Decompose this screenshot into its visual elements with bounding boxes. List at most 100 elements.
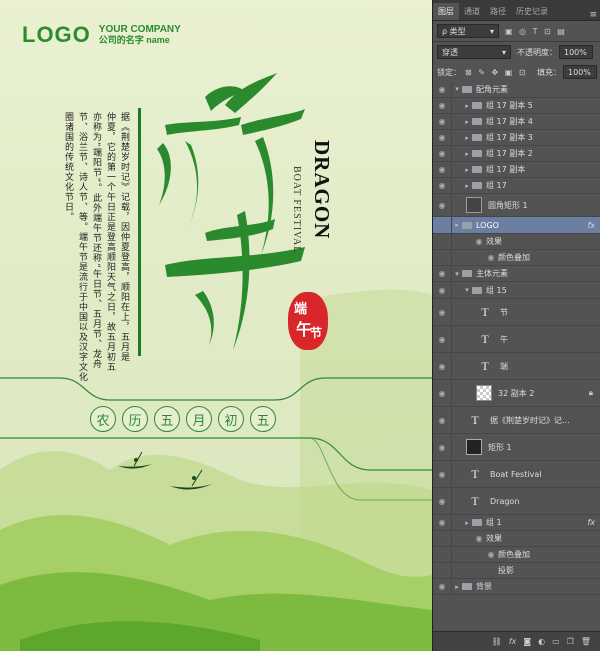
tab-channels[interactable]: 通道 [459, 3, 485, 20]
visibility-eye-icon[interactable]: ◉ [435, 85, 449, 94]
expand-arrow-icon[interactable]: ▸ [462, 519, 472, 527]
fill-input[interactable]: 100% [563, 65, 597, 79]
layer-item[interactable]: ◉ ▸ 组 17 [433, 178, 600, 194]
layer-item[interactable]: ◉ T 午 [433, 326, 600, 353]
effect-eye-icon[interactable]: ◉ [484, 550, 498, 559]
layer-name: 组 17 副本 [486, 165, 526, 174]
layer-item[interactable]: ◉ T 端 [433, 353, 600, 380]
layer-effect-item[interactable]: ◉ 颜色叠加 [433, 547, 600, 563]
tab-layers[interactable]: 图层 [433, 3, 459, 20]
layer-item[interactable]: ◉ T Dragon [433, 488, 600, 515]
layer-item[interactable]: ◉ 矩形 1 [433, 434, 600, 461]
layer-item[interactable]: ◉ ▸ 组 17 副本 4 [433, 114, 600, 130]
layer-effect-item[interactable]: 投影 [433, 563, 600, 579]
layer-item[interactable]: ◉ ▸ 组 17 副本 5 [433, 98, 600, 114]
expand-arrow-icon[interactable]: ▾ [462, 286, 472, 294]
layer-filter-select[interactable]: ρ 类型 ▾ [437, 24, 499, 38]
visibility-eye-icon[interactable]: ◉ [435, 286, 449, 295]
expand-arrow-icon[interactable]: ▸ [452, 221, 462, 229]
fx-icon[interactable]: fx [587, 221, 595, 230]
visibility-eye-icon[interactable]: ◉ [435, 117, 449, 126]
layer-item[interactable]: ◉ ▾ 主体元素 [433, 266, 600, 282]
mask-icon[interactable]: ◙ [523, 637, 531, 646]
layer-item[interactable]: ◉ T 据《荆楚岁时记》记... [433, 407, 600, 434]
expand-arrow-icon[interactable]: ▸ [462, 166, 472, 174]
visibility-eye-icon[interactable]: ◉ [435, 308, 449, 317]
visibility-eye-icon[interactable]: ◉ [435, 149, 449, 158]
visibility-eye-icon[interactable]: ◉ [435, 416, 449, 425]
panel-menu-icon[interactable]: ≡ [589, 10, 597, 20]
lunar-char: 月 [186, 406, 212, 432]
visibility-eye-icon[interactable]: ◉ [435, 335, 449, 344]
expand-arrow-icon[interactable]: ▸ [462, 182, 472, 190]
expand-arrow-icon[interactable]: ▸ [462, 134, 472, 142]
poster-canvas[interactable]: LOGO YOUR COMPANY 公司的名字 name 据《荆楚岁时记》记载，… [0, 0, 432, 651]
expand-arrow-icon[interactable]: ▾ [452, 85, 462, 93]
text-layer-icon: T [481, 331, 489, 346]
shape-thumbnail [466, 197, 482, 213]
effect-eye-icon[interactable]: ◉ [472, 237, 486, 246]
layer-effect[interactable]: ◉ 效果 [433, 531, 600, 547]
layer-item[interactable]: ◉ ▾ 组 15 [433, 282, 600, 299]
layer-item[interactable]: ◉ ▾ 配角元素 [433, 81, 600, 98]
visibility-eye-icon[interactable]: ◉ [435, 389, 449, 398]
dragon-title: DRAGON [310, 140, 334, 240]
expand-arrow-icon[interactable]: ▸ [462, 118, 472, 126]
layer-item-selected[interactable]: ▸ LOGO fx [433, 217, 600, 234]
visibility-eye-icon[interactable]: ◉ [435, 201, 449, 210]
lunar-char: 初 [218, 406, 244, 432]
filter-icons[interactable]: ▣ ◎ T ⊡ ▤ [505, 27, 567, 36]
visibility-eye-icon[interactable]: ◉ [435, 470, 449, 479]
layer-item[interactable]: ◉ 32 副本 2 🔒︎ [433, 380, 600, 407]
visibility-eye-icon[interactable]: ◉ [435, 269, 449, 278]
text-layer-icon: T [471, 412, 479, 427]
visibility-eye-icon[interactable]: ◉ [435, 497, 449, 506]
link-icon[interactable]: ⛓ [492, 637, 502, 646]
trash-icon[interactable]: 🗑︎ [581, 637, 591, 646]
visibility-eye-icon[interactable]: ◉ [435, 443, 449, 452]
lock-icon: 🔒︎ [588, 388, 593, 397]
visibility-eye-icon[interactable]: ◉ [435, 165, 449, 174]
lock-icons[interactable]: ⊠ ✎ ✥ ▣ ⊡ [465, 68, 528, 77]
layer-item[interactable]: ◉ ▸ 组 17 副本 3 [433, 130, 600, 146]
effect-eye-icon[interactable]: ◉ [472, 534, 486, 543]
fx-icon[interactable]: fx [509, 637, 517, 646]
blend-mode-select[interactable]: 穿透 ▾ [437, 45, 511, 59]
filter-row: ρ 类型 ▾ ▣ ◎ T ⊡ ▤ [433, 21, 600, 41]
layer-item[interactable]: ◉ T 节 [433, 299, 600, 326]
expand-arrow-icon[interactable]: ▸ [462, 150, 472, 158]
layer-item[interactable]: ◉ ▸ 背景 [433, 579, 600, 595]
adjustment-icon[interactable]: ◐ [538, 637, 545, 646]
visibility-eye-icon[interactable]: ◉ [435, 362, 449, 371]
layer-name: 据《荆楚岁时记》记... [490, 415, 570, 425]
layer-item[interactable]: ◉ T Boat Festival [433, 461, 600, 488]
visibility-eye-icon[interactable]: ◉ [435, 181, 449, 190]
folder-icon[interactable]: ▭ [552, 637, 560, 646]
expand-arrow-icon[interactable]: ▸ [462, 102, 472, 110]
layer-name: 矩形 1 [488, 442, 512, 452]
visibility-eye-icon[interactable]: ◉ [435, 133, 449, 142]
tab-history[interactable]: 历史记录 [511, 3, 553, 20]
layer-item[interactable]: ◉ ▸ 组 17 副本 [433, 162, 600, 178]
folder-icon [472, 519, 482, 526]
layer-item[interactable]: ◉ ▸ 组 17 副本 2 [433, 146, 600, 162]
visibility-eye-icon[interactable]: ◉ [435, 518, 449, 527]
blend-row: 穿透 ▾ 不透明度： 100% [433, 42, 600, 62]
visibility-eye-icon[interactable]: ◉ [435, 582, 449, 591]
visibility-eye-icon[interactable]: ◉ [435, 101, 449, 110]
folder-icon [462, 221, 472, 229]
fx-icon[interactable]: fx [587, 518, 595, 527]
company-name: YOUR COMPANY 公司的名字 name [99, 24, 181, 46]
image-thumbnail [476, 385, 492, 401]
layer-item[interactable]: ◉ ▸ 组 1 fx [433, 515, 600, 531]
tab-paths[interactable]: 路径 [485, 3, 511, 20]
effect-eye-icon[interactable]: ◉ [484, 253, 498, 262]
expand-arrow-icon[interactable]: ▸ [452, 583, 462, 591]
new-layer-icon[interactable]: ❐ [567, 637, 574, 646]
company-name-en: YOUR COMPANY [98, 24, 181, 35]
opacity-input[interactable]: 100% [559, 45, 593, 59]
layer-effect-item[interactable]: ◉ 颜色叠加 [433, 250, 600, 266]
expand-arrow-icon[interactable]: ▾ [452, 270, 462, 278]
layer-item[interactable]: ◉ 圆角矩形 1 [433, 194, 600, 217]
layer-effect[interactable]: ◉ 效果 [433, 234, 600, 250]
